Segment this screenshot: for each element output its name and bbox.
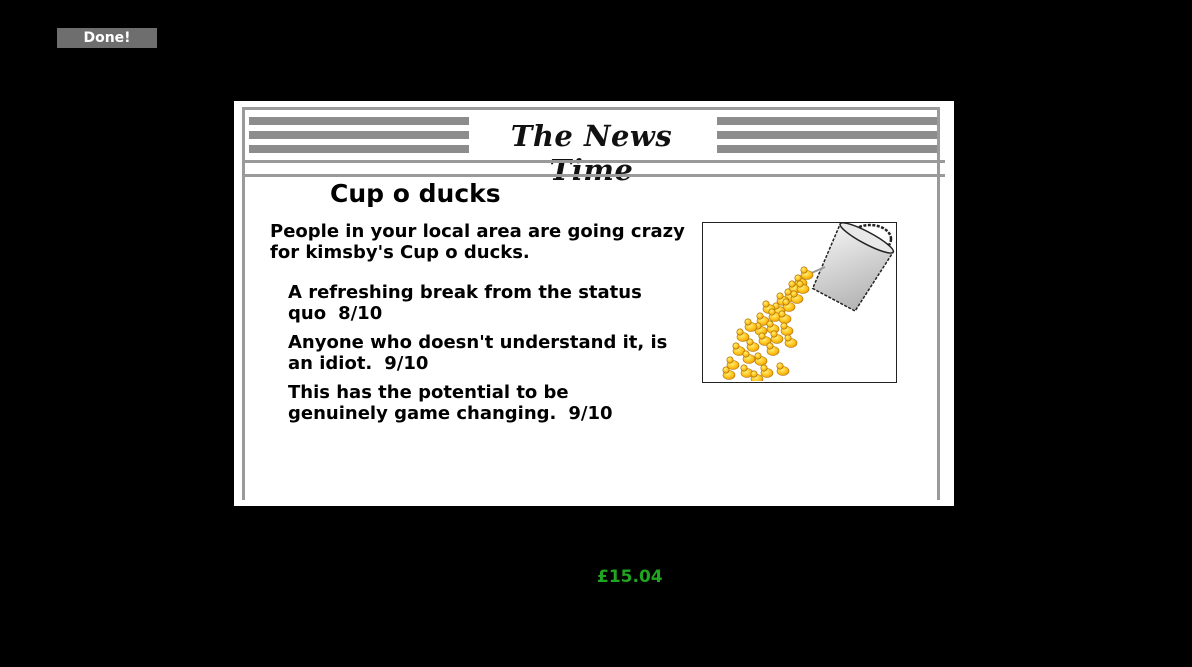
review-text: This has the potential to be genuinely g…: [288, 382, 569, 424]
money-display: £15.04: [597, 567, 663, 587]
cup-pouring-ducks-icon: [722, 222, 895, 384]
masthead-divider: [242, 160, 945, 163]
duck-icon: [780, 322, 794, 336]
article-photo: [702, 222, 897, 384]
duck-icon: [766, 342, 780, 356]
review-item: This has the potential to be genuinely g…: [288, 382, 668, 424]
masthead-divider: [242, 174, 945, 177]
masthead-stripe: [717, 117, 937, 125]
duck-icon: [746, 338, 760, 352]
masthead-stripe: [717, 131, 937, 139]
review-score: 8/10: [338, 303, 383, 324]
review-score: 9/10: [568, 403, 613, 424]
review-item: Anyone who doesn't understand it, is an …: [288, 332, 668, 374]
masthead-stripe: [249, 117, 469, 125]
duck-icon: [800, 266, 814, 280]
duck-icon: [744, 318, 758, 332]
review-text: Anyone who doesn't understand it, is an …: [288, 332, 668, 374]
duck-icon: [754, 352, 768, 366]
duck-icon: [742, 350, 756, 364]
masthead-stripe: [249, 131, 469, 139]
duck-stream: [722, 266, 814, 384]
duck-icon: [776, 362, 790, 376]
done-button[interactable]: Done!: [57, 28, 157, 48]
duck-icon: [784, 334, 798, 348]
duck-icon: [760, 364, 774, 378]
article-headline: Cup o ducks: [330, 179, 501, 208]
masthead-stripe: [249, 145, 469, 153]
duck-icon: [726, 356, 740, 370]
article-lead: People in your local area are going craz…: [270, 221, 685, 263]
review-score: 9/10: [384, 353, 429, 374]
newspaper: The News Time Cup o ducks People in your…: [234, 101, 954, 506]
review-item: A refreshing break from the status quo 8/…: [288, 282, 668, 324]
masthead-stripe: [717, 145, 937, 153]
review-list: A refreshing break from the status quo 8/…: [288, 282, 668, 432]
duck-icon: [778, 310, 792, 324]
